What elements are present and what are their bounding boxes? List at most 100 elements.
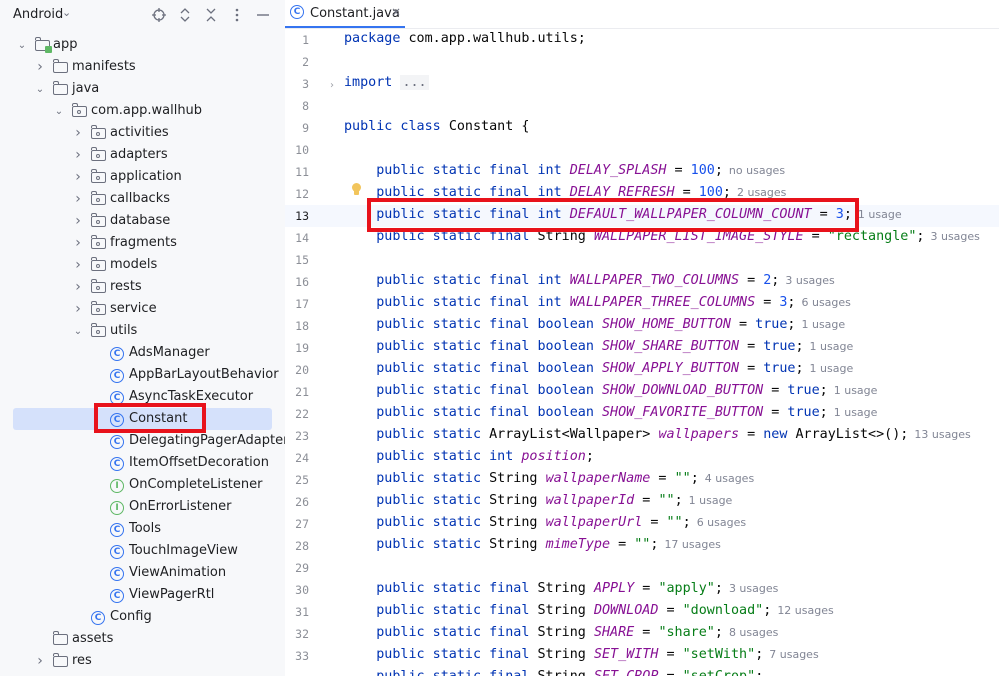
usage-hint[interactable]: 13 usages <box>914 428 970 441</box>
tree-item-itemoffsetdecoration[interactable]: C ItemOffsetDecoration <box>0 452 285 474</box>
chevron-down-icon[interactable]: ⌄ <box>34 82 46 96</box>
tree-item-assets[interactable]: assets <box>0 628 285 650</box>
code-line[interactable]: 9 public class Constant { <box>285 117 999 139</box>
chevron-down-icon[interactable]: ⌄ <box>16 38 28 52</box>
chevron-right-icon[interactable]: › <box>72 301 84 317</box>
code-line[interactable]: 27 public static String wallpaperUrl = "… <box>285 513 999 535</box>
usage-hint[interactable]: 1 usage <box>810 340 854 353</box>
code-line[interactable]: 8 <box>285 95 999 117</box>
usage-hint[interactable]: no usages <box>729 164 785 177</box>
tree-item-database[interactable]: › database <box>0 210 285 232</box>
tree-item-app[interactable]: ⌄ app <box>0 34 285 56</box>
usage-hint[interactable]: 1 usage <box>858 208 902 221</box>
expand-all-icon[interactable] <box>177 7 193 23</box>
usage-hint[interactable]: 3 usages <box>785 274 834 287</box>
close-icon[interactable]: × <box>391 5 401 19</box>
chevron-right-icon[interactable]: › <box>72 279 84 295</box>
tree-item-res[interactable]: › res <box>0 650 285 672</box>
tab-constant-java[interactable]: C Constant.java × <box>285 0 405 28</box>
code-line[interactable]: 31 public static final String DOWNLOAD =… <box>285 601 999 623</box>
chevron-right-icon[interactable]: › <box>72 213 84 229</box>
code-line[interactable]: 26 public static String wallpaperId = ""… <box>285 491 999 513</box>
tree-item-adsmanager[interactable]: C AdsManager <box>0 342 285 364</box>
usage-hint[interactable]: 7 usages <box>769 648 818 661</box>
lightbulb-icon[interactable] <box>351 183 361 197</box>
chevron-right-icon[interactable]: › <box>72 169 84 185</box>
code-token[interactable]: ... <box>400 75 429 90</box>
chevron-right-icon[interactable]: › <box>72 257 84 273</box>
code-line[interactable]: 23 public static ArrayList<Wallpaper> wa… <box>285 425 999 447</box>
code-line[interactable]: 19 public static final boolean SHOW_SHAR… <box>285 337 999 359</box>
code-line[interactable]: 18 public static final boolean SHOW_HOME… <box>285 315 999 337</box>
hide-icon[interactable] <box>255 7 271 23</box>
code-editor[interactable]: C Constant.java × 1 package com.app.wallh… <box>285 0 999 676</box>
tree-item-utils[interactable]: ⌄ utils <box>0 320 285 342</box>
code-line[interactable]: 25 public static String wallpaperName = … <box>285 469 999 491</box>
usage-hint[interactable]: 6 usages <box>801 296 850 309</box>
fold-expand-icon[interactable]: › <box>330 80 334 91</box>
code-line[interactable]: 22 public static final boolean SHOW_FAVO… <box>285 403 999 425</box>
chevron-right-icon[interactable]: › <box>72 125 84 141</box>
code-line[interactable]: 24 public static int position; <box>285 447 999 469</box>
usage-hint[interactable]: 1 usage <box>801 318 845 331</box>
usage-hint[interactable]: 6 usages <box>697 516 746 529</box>
usage-hint[interactable]: 12 usages <box>777 604 833 617</box>
tree-item-appbarlayoutbehavior[interactable]: C AppBarLayoutBehavior <box>0 364 285 386</box>
code-line[interactable]: 10 <box>285 139 999 161</box>
code-line[interactable]: 32 public static final String SHARE = "s… <box>285 623 999 645</box>
code-line[interactable]: 29 <box>285 557 999 579</box>
usage-hint[interactable]: 1 usage <box>834 384 878 397</box>
chevron-down-icon[interactable]: ⌄ <box>72 324 84 338</box>
tree-item-manifests[interactable]: › manifests <box>0 56 285 78</box>
chevron-right-icon[interactable]: › <box>34 653 46 669</box>
code-line[interactable]: 21 public static final boolean SHOW_DOWN… <box>285 381 999 403</box>
usage-hint[interactable]: 4 usages <box>705 472 754 485</box>
code-line[interactable]: 30 public static final String APPLY = "a… <box>285 579 999 601</box>
tree-item-adapters[interactable]: › adapters <box>0 144 285 166</box>
usage-hint[interactable]: 17 usages <box>664 538 720 551</box>
tree-item-delegatingpageradapter[interactable]: C DelegatingPagerAdapter <box>0 430 285 452</box>
tree-item-java[interactable]: ⌄ java <box>0 78 285 100</box>
code-line[interactable]: 28 public static String mimeType = ""; 17… <box>285 535 999 557</box>
code-line[interactable]: 16 public static final int WALLPAPER_TWO… <box>285 271 999 293</box>
chevron-right-icon[interactable]: › <box>72 191 84 207</box>
chevron-down-icon[interactable]: ⌄ <box>62 6 71 19</box>
collapse-all-icon[interactable] <box>203 7 219 23</box>
tree-item-tools[interactable]: C Tools <box>0 518 285 540</box>
project-view-selector[interactable]: Android <box>13 7 63 22</box>
usage-hint[interactable]: 3 usages <box>729 582 778 595</box>
locate-icon[interactable] <box>151 7 167 23</box>
code-line[interactable]: 11 public static final int DELAY_SPLASH … <box>285 161 999 183</box>
usage-hint[interactable]: 1 usage <box>834 406 878 419</box>
chevron-right-icon[interactable]: › <box>72 147 84 163</box>
usage-hint[interactable]: 8 usages <box>729 626 778 639</box>
tree-item-rests[interactable]: › rests <box>0 276 285 298</box>
code-line[interactable]: 3 import ... <box>285 73 999 95</box>
usage-hint[interactable]: 1 usage <box>810 362 854 375</box>
chevron-right-icon[interactable]: › <box>34 59 46 75</box>
tree-item-callbacks[interactable]: › callbacks <box>0 188 285 210</box>
code-line[interactable]: 1 package com.app.wallhub.utils; <box>285 29 999 51</box>
code-line[interactable]: 15 <box>285 249 999 271</box>
tree-item-models[interactable]: › models <box>0 254 285 276</box>
more-icon[interactable] <box>229 7 245 23</box>
tree-item-activities[interactable]: › activities <box>0 122 285 144</box>
usage-hint[interactable]: 3 usages <box>930 230 979 243</box>
tree-item-viewpagerrtl[interactable]: C ViewPagerRtl <box>0 584 285 606</box>
usage-hint[interactable]: 1 usage <box>689 494 733 507</box>
chevron-right-icon[interactable]: › <box>72 235 84 251</box>
code-line[interactable]: 33 public static final String SET_WITH =… <box>285 645 999 667</box>
tree-item-service[interactable]: › service <box>0 298 285 320</box>
code-line[interactable]: 17 public static final int WALLPAPER_THR… <box>285 293 999 315</box>
tree-item-touchimageview[interactable]: C TouchImageView <box>0 540 285 562</box>
tree-item-oncompletelistener[interactable]: I OnCompleteListener <box>0 474 285 496</box>
code-line[interactable]: public static final String SET_CROP = "s… <box>285 667 999 676</box>
tree-item-onerrorlistener[interactable]: I OnErrorListener <box>0 496 285 518</box>
tree-item-config[interactable]: C Config <box>0 606 285 628</box>
chevron-down-icon[interactable]: ⌄ <box>53 104 65 118</box>
tree-item-com-app-wallhub[interactable]: ⌄ com.app.wallhub <box>0 100 285 122</box>
tree-item-fragments[interactable]: › fragments <box>0 232 285 254</box>
tree-item-application[interactable]: › application <box>0 166 285 188</box>
code-line[interactable]: 2 <box>285 51 999 73</box>
code-line[interactable]: 20 public static final boolean SHOW_APPL… <box>285 359 999 381</box>
